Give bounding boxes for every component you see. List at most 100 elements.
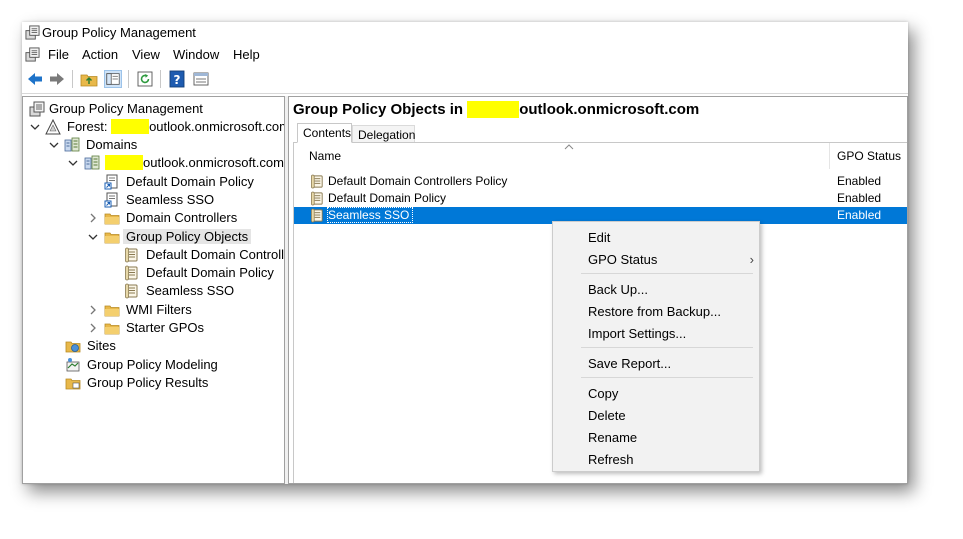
gpo-scroll-icon bbox=[124, 283, 140, 299]
details-title-prefix: Group Policy Objects in bbox=[293, 101, 468, 118]
menu-item-import-settings[interactable]: Import Settings... bbox=[588, 326, 686, 346]
tree-label: Domain Controllers bbox=[126, 210, 238, 225]
tree-label: Default Domain Policy bbox=[146, 265, 274, 280]
domain-suffix: outlook.onmicrosoft.com bbox=[143, 155, 284, 170]
menu-item-refresh[interactable]: Refresh bbox=[588, 452, 634, 472]
title-bar: Group Policy Management bbox=[22, 22, 908, 44]
console-tree[interactable]: Group Policy Management Forest: outlook.… bbox=[22, 96, 285, 484]
gpm-icon bbox=[29, 101, 45, 117]
chevron-right-icon[interactable] bbox=[87, 211, 99, 225]
menu-separator bbox=[581, 347, 753, 348]
tree-label: Group Policy Management bbox=[49, 101, 203, 116]
redaction-mark bbox=[105, 155, 143, 170]
menu-item-copy[interactable]: Copy bbox=[588, 386, 618, 406]
column-header-name[interactable]: Name bbox=[309, 143, 341, 169]
chevron-right-icon[interactable] bbox=[87, 321, 99, 335]
gpo-scroll-icon bbox=[124, 265, 140, 281]
tree-label: Sites bbox=[87, 338, 116, 353]
gpm-window: Group Policy Management File Action View… bbox=[22, 22, 908, 484]
table-row[interactable]: Default Domain Policy Enabled bbox=[294, 190, 907, 207]
table-row[interactable]: Default Domain Controllers Policy Enable… bbox=[294, 173, 907, 190]
menu-item-delete[interactable]: Delete bbox=[588, 408, 626, 428]
column-header-gpo-status[interactable]: GPO Status bbox=[837, 143, 901, 169]
menu-file[interactable]: File bbox=[48, 47, 69, 62]
show-hide-tree-icon[interactable] bbox=[104, 70, 122, 88]
menu-item-restore-from-backup[interactable]: Restore from Backup... bbox=[588, 304, 721, 324]
folder-icon bbox=[104, 210, 120, 226]
tab-contents[interactable]: Contents bbox=[297, 123, 352, 143]
row-status: Enabled bbox=[837, 174, 882, 188]
menu-window[interactable]: Window bbox=[173, 47, 219, 62]
refresh-icon[interactable] bbox=[136, 70, 154, 88]
results-icon bbox=[65, 375, 81, 391]
row-status: Enabled bbox=[837, 208, 882, 222]
gpo-scroll-icon bbox=[310, 174, 325, 189]
sort-ascending-icon bbox=[564, 144, 574, 150]
gpo-link-icon bbox=[104, 174, 120, 190]
menu-item-gpo-status[interactable]: GPO Status › bbox=[588, 252, 754, 272]
redaction-mark bbox=[111, 119, 150, 134]
forward-arrow-icon[interactable] bbox=[48, 70, 66, 88]
menu-action[interactable]: Action bbox=[82, 47, 118, 62]
chevron-down-icon[interactable] bbox=[87, 230, 99, 244]
gpo-scroll-icon bbox=[310, 191, 325, 206]
chevron-down-icon[interactable] bbox=[67, 156, 79, 170]
menu-separator bbox=[581, 377, 753, 378]
gpo-link-icon bbox=[104, 192, 120, 208]
tree-label: Group Policy Results bbox=[87, 375, 209, 390]
window-title: Group Policy Management bbox=[42, 25, 196, 40]
row-status: Enabled bbox=[837, 191, 882, 205]
submenu-arrow-icon: › bbox=[749, 252, 754, 267]
system-menu-icon[interactable] bbox=[25, 47, 40, 62]
tree-label: WMI Filters bbox=[126, 302, 192, 317]
row-name: Default Domain Policy bbox=[328, 191, 447, 205]
menu-item-label: GPO Status bbox=[588, 252, 658, 267]
folder-icon bbox=[104, 320, 120, 336]
details-title-suffix: outlook.onmicrosoft.com bbox=[519, 101, 700, 118]
details-title: Group Policy Objects in outlook.onmicros… bbox=[293, 101, 699, 118]
tree-label: Domains bbox=[86, 137, 138, 152]
menu-view[interactable]: View bbox=[132, 47, 160, 62]
sites-icon bbox=[65, 338, 81, 354]
forest-prefix: Forest: bbox=[67, 119, 112, 134]
tree-label: Default Domain Controllers Policy bbox=[146, 247, 285, 262]
back-arrow-icon[interactable] bbox=[26, 70, 44, 88]
redaction-mark bbox=[467, 101, 520, 118]
tree-label: Starter GPOs bbox=[126, 320, 205, 335]
help-icon[interactable]: ? bbox=[168, 70, 186, 88]
tree-label: Group Policy Modeling bbox=[87, 357, 218, 372]
menu-help[interactable]: Help bbox=[233, 47, 260, 62]
menu-item-rename[interactable]: Rename bbox=[588, 430, 637, 450]
chevron-down-icon[interactable] bbox=[29, 120, 41, 134]
row-name: Default Domain Controllers Policy bbox=[328, 174, 508, 188]
tree-label: Seamless SSO bbox=[126, 192, 215, 207]
tree-label: Default Domain Policy bbox=[126, 174, 254, 189]
app-icon bbox=[25, 25, 40, 40]
gpo-scroll-icon bbox=[124, 247, 140, 263]
gpo-scroll-icon bbox=[310, 208, 325, 223]
folder-icon bbox=[104, 302, 120, 318]
folder-icon bbox=[104, 229, 120, 245]
up-folder-icon[interactable] bbox=[80, 70, 98, 88]
tree-label: Seamless SSO bbox=[146, 283, 235, 298]
toolbar: ? bbox=[22, 65, 908, 94]
forest-icon bbox=[45, 119, 61, 135]
column-separator[interactable] bbox=[829, 143, 830, 169]
domain-icon bbox=[84, 155, 100, 171]
menu-separator bbox=[581, 273, 753, 274]
svg-text:?: ? bbox=[174, 73, 181, 87]
chevron-down-icon[interactable] bbox=[48, 138, 60, 152]
row-name: Seamless SSO bbox=[326, 207, 414, 223]
tree-label: Group Policy Objects bbox=[123, 229, 252, 244]
toolbar-separator bbox=[72, 70, 73, 88]
properties-icon[interactable] bbox=[192, 70, 210, 88]
menu-item-edit[interactable]: Edit bbox=[588, 230, 610, 250]
menu-item-back-up[interactable]: Back Up... bbox=[588, 282, 648, 302]
tab-delegation[interactable]: Delegation bbox=[352, 125, 415, 143]
menu-bar: File Action View Window Help bbox=[22, 44, 908, 65]
toolbar-separator bbox=[128, 70, 129, 88]
menu-item-save-report[interactable]: Save Report... bbox=[588, 356, 671, 376]
toolbar-separator bbox=[160, 70, 161, 88]
chevron-right-icon[interactable] bbox=[87, 303, 99, 317]
forest-domain-suffix: outlook.onmicrosoft.com bbox=[149, 119, 285, 134]
